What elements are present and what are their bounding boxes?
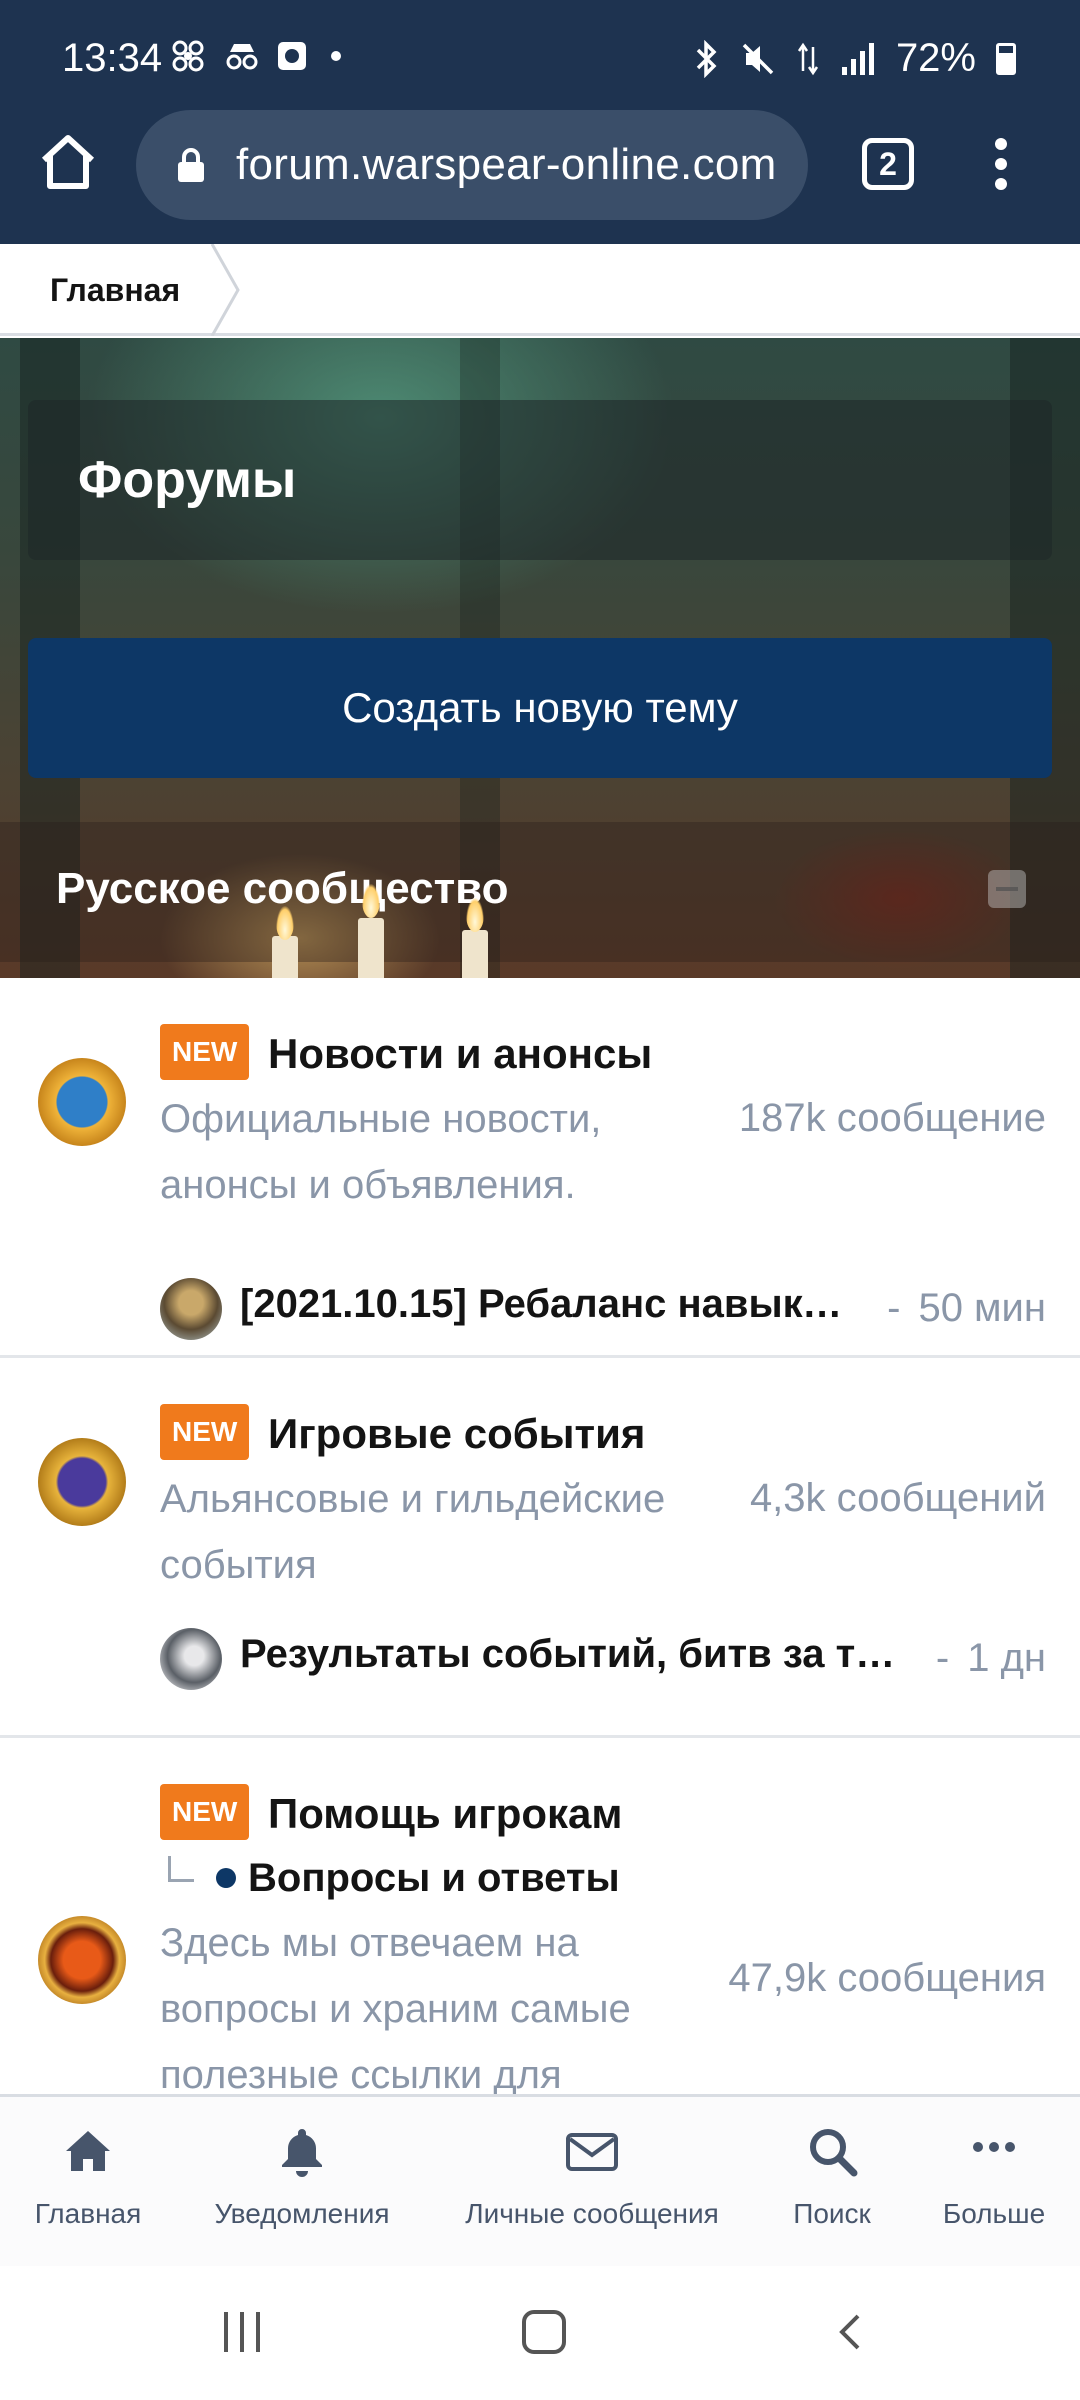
envelope-icon: [566, 2133, 618, 2171]
menu-dot-icon: [995, 158, 1007, 170]
bell-icon: [282, 2129, 322, 2177]
dot-icon: [328, 40, 360, 72]
flame-decoration: [466, 898, 484, 932]
avatar: [160, 1278, 222, 1340]
back-chevron-icon[interactable]: [830, 2312, 870, 2352]
new-badge: NEW: [160, 1784, 250, 1840]
search-icon: [810, 2129, 858, 2177]
forum-description: Официальные новости, анонсы и объявления…: [160, 1097, 602, 1207]
app-notification-icon: [276, 40, 308, 72]
last-post-title[interactable]: [2021.10.15] Ребаланс навыков классов: [240, 1282, 860, 1327]
subforum-connector-icon: [168, 1856, 194, 1882]
system-home-button[interactable]: [522, 2310, 566, 2354]
nav-label: Уведомления: [214, 2198, 390, 2229]
last-post-time: -1 дн: [935, 1636, 1046, 1680]
last-post-title[interactable]: Результаты событий, битв за территории: [240, 1632, 910, 1677]
last-post-time: -50 мин: [887, 1286, 1046, 1330]
forum-row[interactable]: NEW Новости и анонсы Официальные новости…: [0, 978, 1080, 1358]
forum-row[interactable]: NEW Игровые события Альянсовые и гильдей…: [0, 1358, 1080, 1738]
new-badge: NEW: [160, 1024, 250, 1080]
nav-more[interactable]: Больше: [934, 2123, 1054, 2230]
breadcrumb: Главная: [0, 244, 1080, 336]
forum-message-count: 4,3k сообщений: [749, 1476, 1046, 1520]
forum-title[interactable]: Помощь игрокам: [268, 1790, 622, 1838]
forum-description: Альянсовые и гильдейские события: [160, 1477, 666, 1587]
subforum-title[interactable]: Вопросы и ответы: [248, 1856, 620, 1901]
battery-percent: 72%: [895, 36, 976, 80]
battery-icon: [996, 42, 1016, 75]
status-time: 13:34: [62, 36, 163, 80]
forum-title[interactable]: Игровые события: [268, 1410, 645, 1458]
data-arrows-icon: [797, 42, 818, 75]
home-outline-icon: [41, 135, 95, 189]
candle-decoration: [272, 936, 298, 978]
nav-search[interactable]: Поиск: [776, 2123, 888, 2230]
url-text: forum.warspear-online.com: [236, 140, 777, 189]
nav-home[interactable]: Главная: [24, 2123, 152, 2230]
lock-icon: [178, 148, 204, 182]
last-post[interactable]: [2021.10.15] Ребаланс навыков классов -5…: [160, 1278, 1046, 1340]
more-icon: [973, 2142, 1015, 2152]
breadcrumb-home-link[interactable]: Главная: [0, 244, 230, 336]
create-topic-button[interactable]: Создать новую тему: [28, 638, 1052, 778]
candle-decoration: [358, 918, 384, 978]
forum-message-count: 47,9k сообщения: [728, 1956, 1046, 2000]
browser-menu-button[interactable]: [986, 138, 1016, 198]
bluetooth-icon: [696, 39, 717, 78]
forum-row[interactable]: NEW Помощь игрокам Вопросы и ответы Здес…: [0, 1738, 1080, 2098]
subforum-dot-icon: [216, 1868, 236, 1888]
breadcrumb-chevron-icon: [210, 244, 240, 336]
flame-emblem-icon: [38, 1916, 126, 2004]
nav-label: Главная: [34, 2198, 142, 2229]
nav-label: Личные сообщения: [465, 2198, 719, 2229]
status-notification-icons: [172, 40, 360, 72]
avatar: [160, 1628, 222, 1690]
forum-description: Здесь мы отвечаем на вопросы и храним са…: [160, 1921, 631, 2097]
recent-apps-icon: [224, 2312, 228, 2352]
browser-home-button[interactable]: [36, 130, 100, 194]
flame-decoration: [276, 906, 294, 940]
address-bar[interactable]: forum.warspear-online.com: [136, 110, 808, 220]
fan-icon: [172, 40, 204, 72]
status-bar: 13:34 72%: [0, 0, 1080, 120]
incognito-icon: [224, 40, 258, 72]
forum-message-count: 187k сообщение: [738, 1096, 1046, 1140]
browser-chrome: 13:34 72% forum.warspear-online.com 2: [0, 0, 1080, 244]
category-header: Русское сообщество: [0, 822, 1080, 962]
bottom-navigation: Главная Уведомления Личные сообщения Пои…: [0, 2094, 1080, 2266]
nav-label: Больше: [942, 2198, 1046, 2229]
collapse-category-button[interactable]: [988, 870, 1026, 908]
signal-icon: [841, 42, 874, 75]
forum-header-banner: Форумы Создать новую тему Русское сообще…: [0, 338, 1080, 978]
last-post-time-value: 50 мин: [918, 1286, 1046, 1330]
recent-apps-icon: [256, 2312, 260, 2352]
recent-apps-icon: [240, 2312, 244, 2352]
tab-switcher-button[interactable]: 2: [862, 138, 914, 190]
status-right: 72%: [694, 36, 1016, 81]
forum-title[interactable]: Новости и анонсы: [268, 1030, 652, 1078]
candle-decoration: [462, 930, 488, 978]
page-title-panel: Форумы: [28, 400, 1052, 560]
shield-emblem-icon: [38, 1438, 126, 1526]
scroll-emblem-icon: [38, 1058, 126, 1146]
nav-private-messages[interactable]: Личные сообщения: [458, 2123, 726, 2230]
recent-apps-button[interactable]: [222, 2312, 262, 2352]
home-icon: [66, 2131, 110, 2171]
flame-decoration: [362, 884, 380, 918]
menu-dot-icon: [995, 178, 1007, 190]
nav-notifications[interactable]: Уведомления: [204, 2123, 400, 2230]
last-post-time-value: 1 дн: [967, 1636, 1046, 1680]
menu-dot-icon: [995, 138, 1007, 150]
system-navigation-bar: [0, 2266, 1080, 2400]
new-badge: NEW: [160, 1404, 250, 1460]
page-title: Форумы: [78, 451, 297, 509]
last-post[interactable]: Результаты событий, битв за территории -…: [160, 1628, 1046, 1690]
mute-icon: [742, 43, 774, 74]
nav-label: Поиск: [793, 2198, 871, 2229]
